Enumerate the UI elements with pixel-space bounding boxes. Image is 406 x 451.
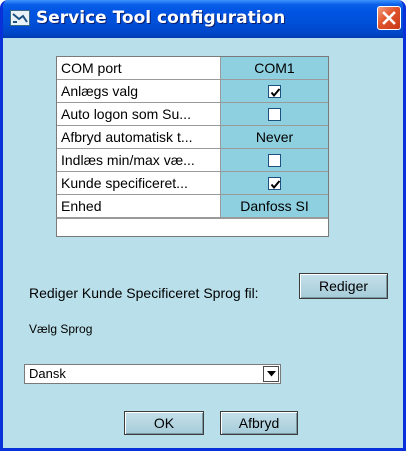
enhed-value[interactable]: Danfoss SI <box>221 195 328 217</box>
service-tool-icon <box>10 10 30 26</box>
setting-row-afbryd: Afbryd automatisk t... Never <box>57 126 328 149</box>
setting-row-auto-logon: Auto logon som Su... <box>57 103 328 126</box>
language-select[interactable]: Dansk <box>24 364 281 384</box>
close-icon <box>382 11 396 25</box>
com-port-value[interactable]: COM1 <box>221 57 328 79</box>
setting-label: COM port <box>57 57 221 79</box>
setting-row-kunde: Kunde specificeret... <box>57 172 328 195</box>
setting-label: Anlægs valg <box>57 80 221 102</box>
setting-row-enhed: Enhed Danfoss SI <box>57 195 328 218</box>
setting-label: Auto logon som Su... <box>57 103 221 125</box>
language-label: Vælg Sprog <box>29 322 93 336</box>
chevron-down-icon <box>267 371 276 377</box>
kunde-checkbox[interactable] <box>268 176 281 190</box>
setting-row-indlaes: Indlæs min/max væ... <box>57 149 328 172</box>
edit-language-label: Rediger Kunde Specificeret Sprog fil: <box>29 285 259 301</box>
language-selected-value: Dansk <box>29 366 66 381</box>
dropdown-arrow-button[interactable] <box>263 366 279 382</box>
setting-label: Afbryd automatisk t... <box>57 126 221 148</box>
checkmark-icon <box>270 180 281 189</box>
checkmark-icon <box>270 88 281 97</box>
close-button[interactable] <box>377 6 401 30</box>
auto-logon-checkbox[interactable] <box>268 107 281 121</box>
rediger-button[interactable]: Rediger <box>299 273 388 299</box>
cancel-button[interactable]: Afbryd <box>220 411 298 435</box>
ok-button[interactable]: OK <box>124 411 204 435</box>
config-dialog: Service Tool configuration COM port COM1… <box>0 0 406 451</box>
anlaegs-valg-checkbox[interactable] <box>268 84 281 98</box>
setting-label: Indlæs min/max væ... <box>57 149 221 171</box>
setting-label: Enhed <box>57 195 221 217</box>
window-title: Service Tool configuration <box>36 8 286 28</box>
afbryd-value[interactable]: Never <box>221 126 328 148</box>
setting-row-com-port: COM port COM1 <box>57 57 328 80</box>
indlaes-checkbox[interactable] <box>268 153 281 167</box>
settings-grid: COM port COM1 Anlægs valg Auto logon som… <box>56 56 329 237</box>
setting-row-anlaegs-valg: Anlægs valg <box>57 80 328 103</box>
setting-label: Kunde specificeret... <box>57 172 221 194</box>
grid-empty-row <box>57 218 328 236</box>
title-bar[interactable]: Service Tool configuration <box>3 0 403 38</box>
